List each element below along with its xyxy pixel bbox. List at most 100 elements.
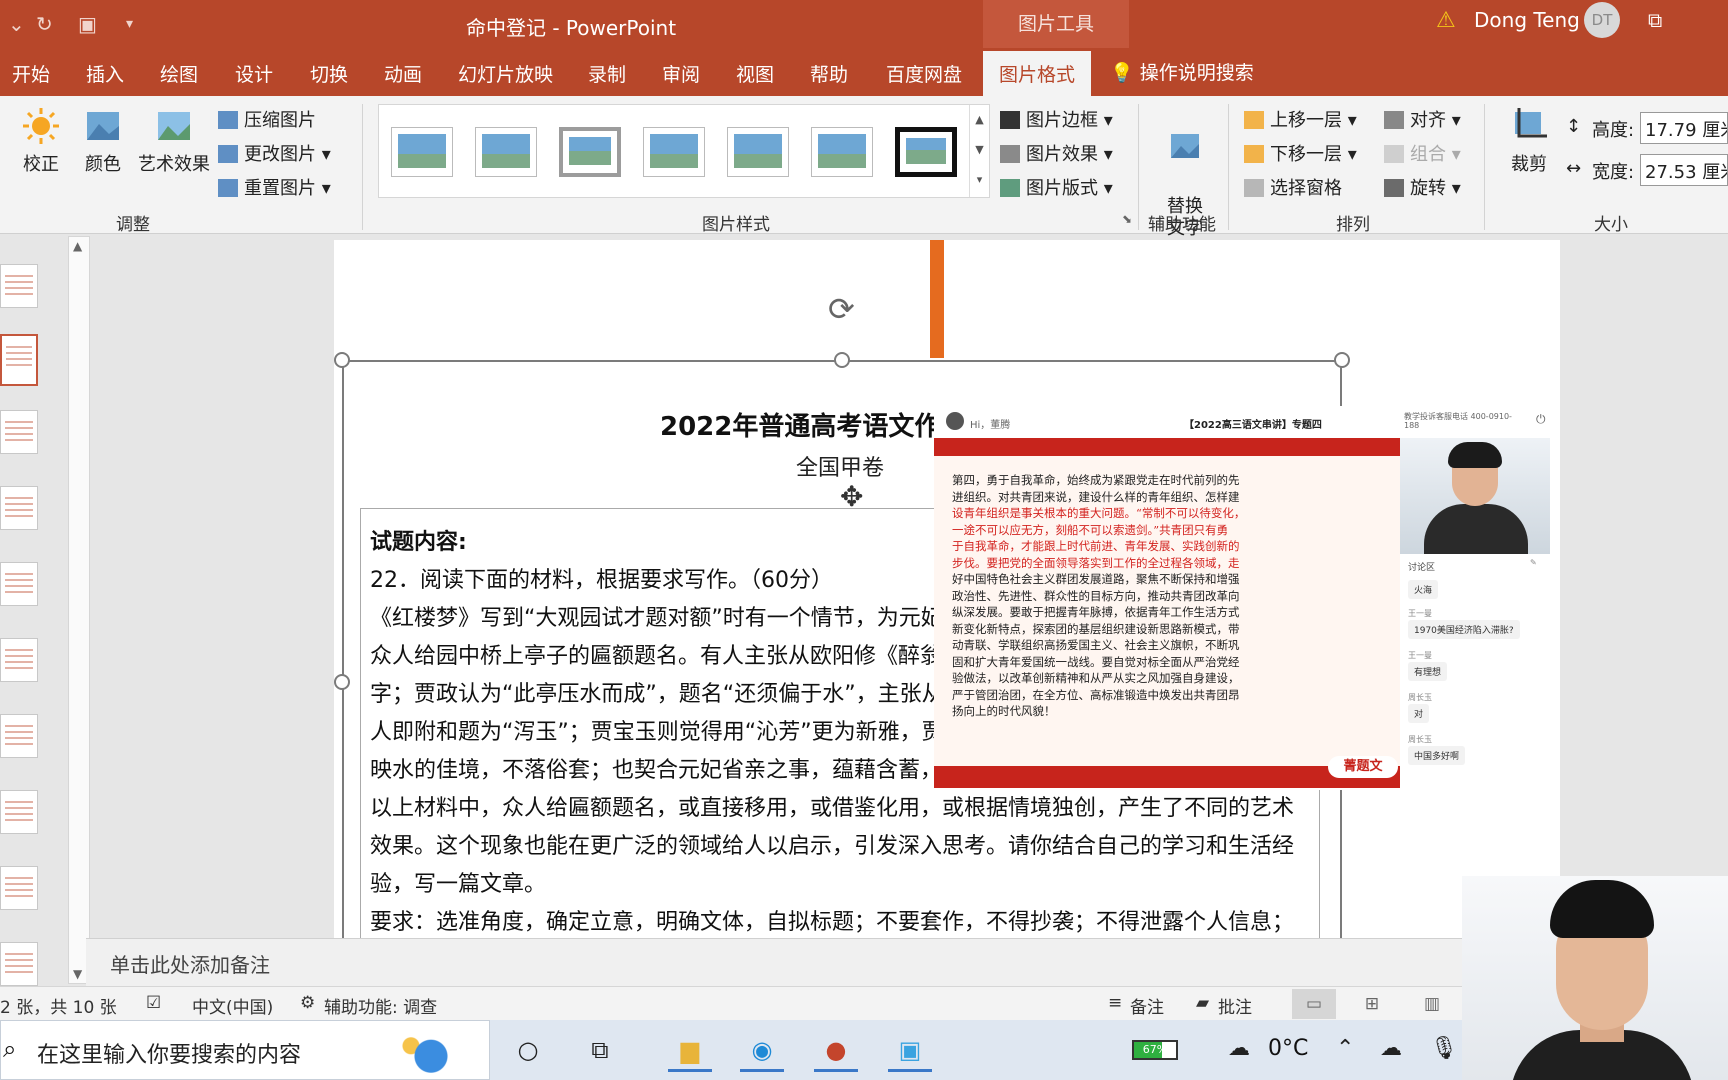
notes-pane[interactable]: 单击此处添加备注	[86, 938, 1462, 986]
task-view-icon[interactable]: ⧉	[578, 1028, 622, 1072]
style-thumbnail[interactable]	[559, 127, 621, 177]
resize-handle[interactable]	[834, 352, 850, 368]
picture-effects-label: 图片效果	[1026, 144, 1098, 165]
tab-slideshow[interactable]: 幻灯片放映	[458, 60, 553, 87]
rotate-button[interactable]: 旋转 ▾	[1384, 174, 1461, 200]
slideshow-from-start-icon[interactable]: ▣	[78, 12, 97, 36]
undo-dropdown-icon[interactable]: ⌄	[8, 12, 25, 36]
notes-button[interactable]: 备注	[1130, 993, 1164, 1018]
taskbar-search[interactable]: ⌕ 在这里输入你要搜索的内容	[0, 1020, 490, 1080]
tab-view[interactable]: 视图	[736, 60, 774, 87]
weather-icon[interactable]: ☁	[1228, 1036, 1250, 1061]
redo-icon[interactable]: ↻	[36, 12, 53, 36]
compress-label: 压缩图片	[244, 110, 316, 131]
tab-review[interactable]: 审阅	[662, 60, 700, 87]
corrections-button[interactable]: 校正	[16, 106, 66, 176]
microphone-icon[interactable]: 🎙	[1430, 1036, 1458, 1061]
warning-icon[interactable]: ⚠	[1436, 8, 1456, 33]
file-explorer-icon[interactable]: ▆	[668, 1028, 712, 1072]
picture-border-button[interactable]: 图片边框 ▾	[1000, 106, 1113, 132]
style-thumbnail[interactable]	[895, 127, 957, 177]
spellcheck-icon[interactable]: ☑	[146, 993, 161, 1013]
scroll-down-icon[interactable]: ▼	[73, 967, 82, 981]
live-app-icon[interactable]: ▣	[888, 1028, 932, 1072]
artistic-effects-button[interactable]: 艺术效果	[136, 106, 212, 176]
compress-pictures-button[interactable]: 压缩图片	[218, 106, 316, 132]
gallery-scroll[interactable]: ▲ ▼ ▾	[969, 105, 989, 197]
slide-thumbnail[interactable]	[0, 410, 38, 454]
chat-user: 周长玉	[1408, 735, 1432, 744]
height-input[interactable]: 17.79 厘米	[1640, 112, 1728, 144]
slide-thumbnail[interactable]	[0, 942, 38, 986]
tab-transitions[interactable]: 切换	[310, 60, 348, 87]
slide-thumbnail[interactable]	[0, 790, 38, 834]
tab-baidu-netdisk[interactable]: 百度网盘	[886, 60, 962, 87]
slide-thumbnail[interactable]	[0, 486, 38, 530]
video-overlay[interactable]: Hi，董腾 【2022高三语文串讲】专题四 教学投诉客服电话 400-0910-…	[934, 406, 1558, 790]
slide-thumbnail[interactable]	[0, 866, 38, 910]
resize-handle[interactable]	[1334, 352, 1350, 368]
bring-forward-button[interactable]: 上移一层 ▾	[1244, 106, 1357, 132]
search-input[interactable]: 在这里输入你要搜索的内容	[37, 1037, 301, 1069]
tab-help[interactable]: 帮助	[810, 60, 848, 87]
tab-record[interactable]: 录制	[588, 60, 626, 87]
slide-thumbnail[interactable]	[0, 714, 38, 758]
picture-effects-button[interactable]: 图片效果 ▾	[1000, 140, 1113, 166]
comments-button[interactable]: 批注	[1218, 993, 1252, 1018]
chat-message: 有理想	[1408, 662, 1448, 681]
accessibility-status[interactable]: 辅助功能: 调查	[324, 993, 437, 1018]
tab-home[interactable]: 开始	[12, 60, 50, 87]
dialog-launcher-icon[interactable]: ⬊	[1122, 212, 1132, 226]
avatar[interactable]: DT	[1584, 2, 1620, 38]
crop-button[interactable]: 裁剪	[1500, 106, 1558, 176]
cortana-icon[interactable]: ○	[506, 1028, 550, 1072]
chat-icon[interactable]: ✎	[1530, 558, 1537, 567]
slide-thumbnail-active[interactable]	[0, 334, 38, 386]
reading-view-button[interactable]: ▥	[1410, 989, 1454, 1019]
normal-view-button[interactable]: ▭	[1292, 989, 1336, 1019]
width-label: 宽度:	[1592, 162, 1635, 183]
resize-handle[interactable]	[334, 674, 350, 690]
style-thumbnail[interactable]	[643, 127, 705, 177]
slide-thumbnail[interactable]	[0, 638, 38, 682]
onedrive-icon[interactable]: ☁	[1380, 1036, 1402, 1061]
thumbnail-scrollbar[interactable]: ▲ ▼	[68, 236, 90, 984]
tell-me-search[interactable]: 💡 操作说明搜索	[1110, 58, 1254, 85]
language-indicator[interactable]: 中文(中国)	[192, 993, 273, 1018]
group-objects-button[interactable]: 组合 ▾	[1384, 140, 1461, 166]
battery-indicator[interactable]: 67%	[1132, 1040, 1178, 1060]
style-thumbnail[interactable]	[727, 127, 789, 177]
tab-animations[interactable]: 动画	[384, 60, 422, 87]
tab-draw[interactable]: 绘图	[160, 60, 198, 87]
send-backward-button[interactable]: 下移一层 ▾	[1244, 140, 1357, 166]
style-thumbnail[interactable]	[391, 127, 453, 177]
edge-icon[interactable]: ◉	[740, 1028, 784, 1072]
temperature[interactable]: 0°C	[1268, 1036, 1308, 1061]
color-button[interactable]: 颜色	[78, 106, 128, 176]
align-button[interactable]: 对齐 ▾	[1384, 106, 1461, 132]
slide-sorter-view-button[interactable]: ⊞	[1350, 989, 1394, 1019]
style-thumbnail[interactable]	[475, 127, 537, 177]
scroll-up-icon[interactable]: ▲	[73, 239, 82, 253]
width-input[interactable]: 27.53 厘米	[1640, 154, 1728, 186]
support-phone: 教学投诉客服电话 400-0910-188	[1404, 412, 1512, 430]
tab-design[interactable]: 设计	[235, 60, 273, 87]
powerpoint-icon[interactable]: ●	[814, 1028, 858, 1072]
chevron-up-icon[interactable]: ⌃	[1336, 1036, 1354, 1061]
selection-pane-button[interactable]: 选择窗格	[1244, 174, 1342, 200]
slide-thumbnail[interactable]	[0, 562, 38, 606]
picture-styles-gallery[interactable]: ▲ ▼ ▾	[378, 104, 990, 198]
rotation-handle-icon[interactable]: ⟳	[828, 290, 855, 328]
reset-picture-button[interactable]: 重置图片 ▾	[218, 174, 331, 200]
user-name[interactable]: Dong Teng	[1474, 8, 1580, 32]
power-icon[interactable]: ⏻	[1536, 412, 1546, 427]
tab-picture-format[interactable]: 图片格式	[983, 51, 1092, 96]
style-thumbnail[interactable]	[811, 127, 873, 177]
resize-handle[interactable]	[334, 352, 350, 368]
change-picture-button[interactable]: 更改图片 ▾	[218, 140, 331, 166]
ribbon-display-options-icon[interactable]: ⧉	[1648, 8, 1662, 32]
tab-insert[interactable]: 插入	[86, 60, 124, 87]
customize-quick-access-icon[interactable]: ▾	[126, 16, 133, 32]
picture-layout-button[interactable]: 图片版式 ▾	[1000, 174, 1113, 200]
slide-thumbnail[interactable]	[0, 264, 38, 308]
